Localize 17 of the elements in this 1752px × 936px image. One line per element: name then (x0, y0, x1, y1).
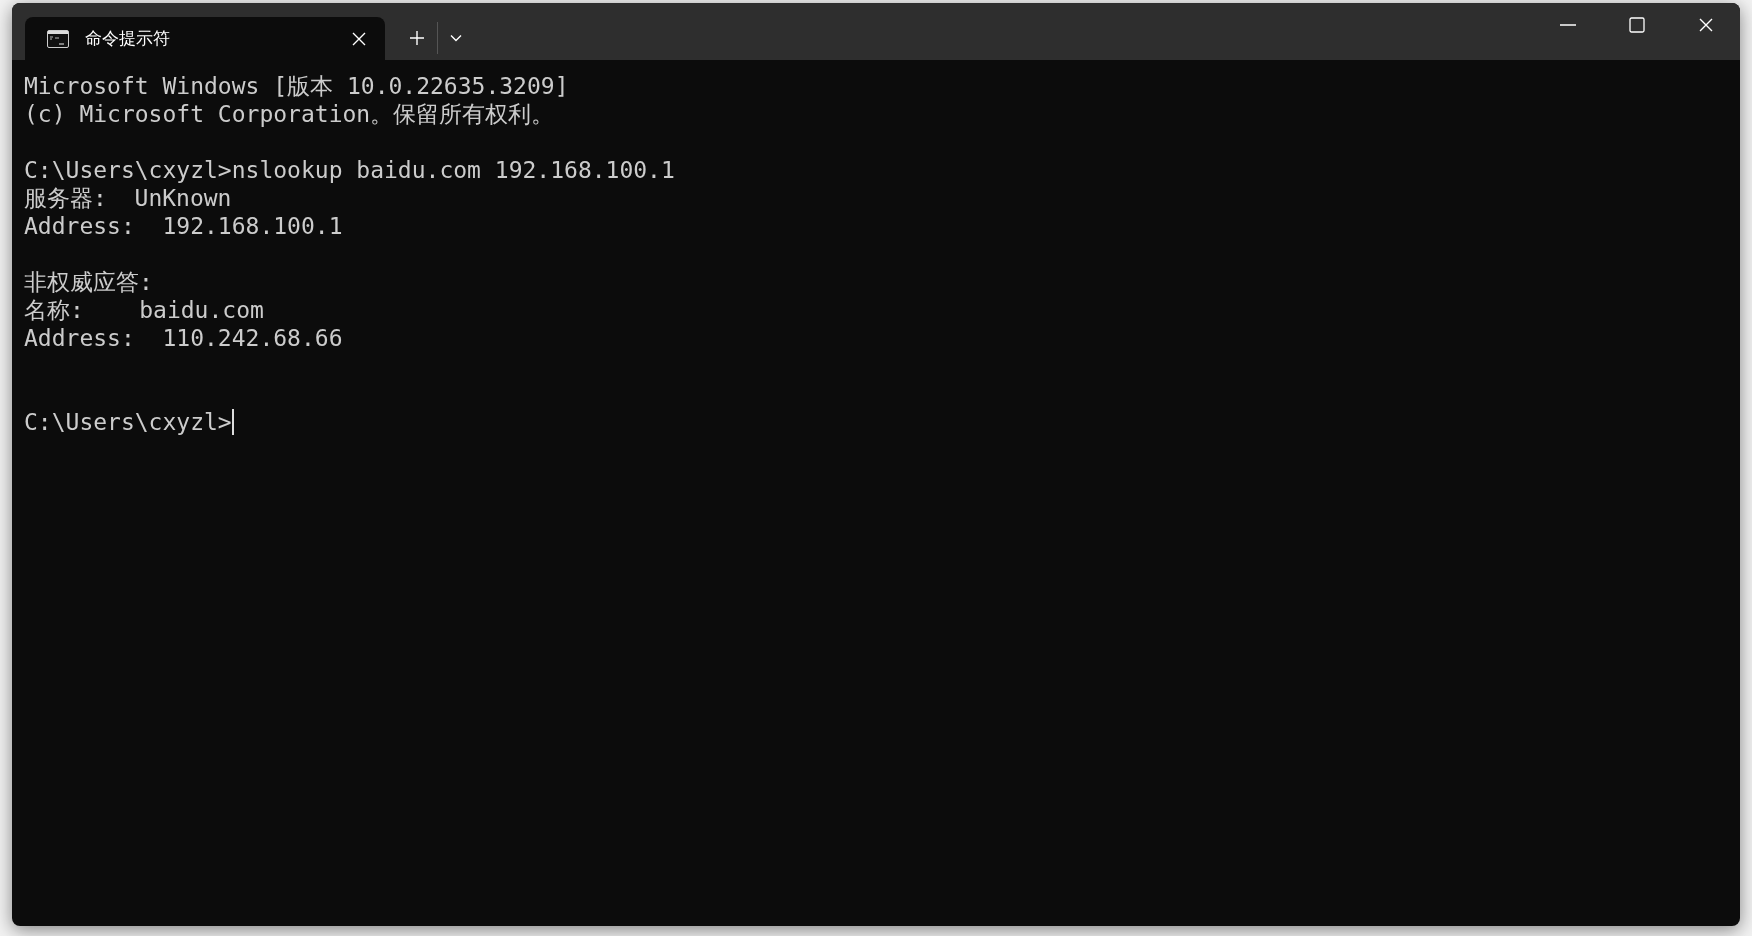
console-line: 名称: baidu.com (24, 297, 264, 323)
maximize-icon (1628, 17, 1645, 33)
close-icon (352, 31, 366, 46)
plus-icon (409, 30, 425, 46)
minimize-icon (1559, 24, 1576, 26)
console-line: 服务器: UnKnown (24, 185, 232, 211)
terminal-icon (47, 29, 69, 48)
console-line: 非权威应答: (24, 269, 153, 295)
chevron-down-icon (450, 34, 462, 42)
terminal-tab[interactable]: 命令提示符 (25, 17, 385, 60)
console-line: Address: 192.168.100.1 (24, 213, 343, 239)
console-line: Address: 110.242.68.66 (24, 325, 343, 351)
close-icon (1698, 18, 1713, 32)
console-line: Microsoft Windows [版本 10.0.22635.3209] (24, 73, 569, 99)
console-line: C:\Users\cxyzl>nslookup baidu.com 192.168.100.1 (24, 157, 675, 183)
console-line: (c) Microsoft Corporation。保留所有权利。 (24, 101, 555, 127)
command-prompt: C:\Users\cxyzl> (24, 409, 232, 435)
